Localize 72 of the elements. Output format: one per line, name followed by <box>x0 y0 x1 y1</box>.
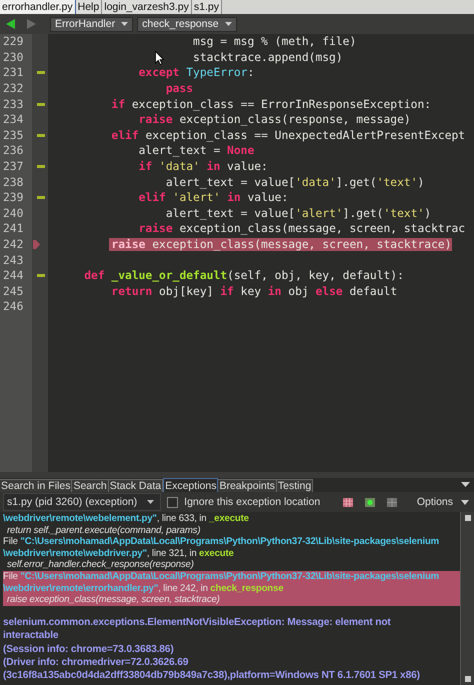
panel-tab[interactable]: Testing <box>276 479 314 492</box>
code-line: raise exception_class(message, screen, stacktrac <box>138 222 466 236</box>
line-number: 243 <box>2 254 24 267</box>
code-line: pass <box>164 82 194 96</box>
line-number: 229 <box>2 35 24 48</box>
panel-tab[interactable]: Search <box>72 479 109 492</box>
back-arrow-icon[interactable] <box>6 19 15 29</box>
line-number: 238 <box>2 176 24 189</box>
caret-icon <box>461 500 469 504</box>
caret-icon <box>121 22 128 26</box>
checkbox-label: Ignore this exception location <box>184 496 320 508</box>
checkbox[interactable] <box>167 496 178 508</box>
panel-tab[interactable]: Search in Files <box>0 479 72 492</box>
panel-tab[interactable]: Exceptions <box>163 478 218 492</box>
code-line: elif exception_class == UnexpectedAlertPresentExcept <box>110 128 466 142</box>
trace-code: raise exception_class(message, screen, stacktrace) <box>6 594 221 606</box>
line-number: 232 <box>2 82 24 96</box>
fold-marker[interactable] <box>37 196 45 200</box>
file-tab[interactable]: s1.py <box>192 0 222 14</box>
line-number: 230 <box>2 50 24 64</box>
fold-marker[interactable] <box>37 71 45 74</box>
trace-line: File "C:\Users\mohamad\AppData\Local\Programs\Python\Python37-32\Lib\site-packages\selenium <box>3 570 440 583</box>
trace-code: self.error_handler.check_response(response) <box>6 559 195 571</box>
line-number: 231 <box>2 66 24 80</box>
file-tab[interactable]: errorhandler.py <box>0 0 76 14</box>
fold-marker[interactable] <box>37 165 45 168</box>
function-dropdown[interactable]: check_response <box>137 16 237 32</box>
code-line: if exception_class == ErrorInResponseException: <box>110 98 432 111</box>
line-number: 242 <box>2 238 24 252</box>
line-number: 239 <box>2 191 24 204</box>
trace-line: \webdriver\remote\webdriver.py", line 321, in execute <box>3 548 235 560</box>
fold-marker[interactable] <box>37 274 45 278</box>
code-line: def _value_or_default(self, obj, key, default): <box>83 269 404 282</box>
caret-icon <box>147 500 154 504</box>
exception-message: selenium.common.exceptions.ElementNotVisibleException: Message: element not interactable (Session info: chrome=73.0.3683.86) (Driver info: chromedriver=72.0.3626.69 (3c16f8a135abc0d4da2dff33804db79b849a7c38),platform=Windows NT 6.1.7601 SP1 x86) <box>3 616 421 683</box>
line-number: 233 <box>2 98 24 111</box>
trace-line: \webdriver\remote\webelement.py", line 633, in _execute <box>3 513 250 525</box>
line-number: 236 <box>2 144 24 158</box>
line-number: 241 <box>2 222 24 236</box>
panel-tab[interactable]: Breakpoints <box>218 479 277 492</box>
panel-tab[interactable]: Stack Data <box>108 479 164 492</box>
line-number: 246 <box>2 300 24 314</box>
line-number: 240 <box>2 206 24 220</box>
code-line: except TypeError: <box>138 66 254 80</box>
mouse-pointer-icon <box>155 51 164 65</box>
process-dropdown[interactable]: s1.py (pid 3260) (exception) <box>3 493 162 511</box>
code-line: if 'data' in value: <box>138 160 268 174</box>
dropdown-arrow-icon[interactable] <box>461 482 470 487</box>
file-tab[interactable]: login_varzesh3.py <box>102 0 192 14</box>
code-line: stacktrace.append(msg) <box>192 50 343 64</box>
fold-marker[interactable] <box>37 134 45 137</box>
line-number: 244 <box>2 269 24 282</box>
trace-code: return self._parent.execute(command, params) <box>6 524 202 536</box>
code-line: alert_text = value['alert'].get('text') <box>164 206 432 220</box>
file-tab[interactable]: Help <box>76 0 102 14</box>
code-line: alert_text = value['data'].get('text') <box>164 176 424 189</box>
class-dropdown[interactable]: ErrorHandler <box>50 16 134 32</box>
caret-icon <box>224 22 232 26</box>
line-number: 234 <box>2 113 24 126</box>
trace-line: \webdriver\remote\errorhandler.py", line 242, in check_response <box>3 582 284 594</box>
line-number: 245 <box>2 284 24 298</box>
scrollbar[interactable] <box>460 512 474 685</box>
code-line: alert_text = None <box>138 144 254 158</box>
line-number: 237 <box>2 160 24 174</box>
code-line: return obj[key] if key in obj else default <box>110 284 398 298</box>
options-button[interactable]: Options <box>416 496 469 508</box>
line-number: 235 <box>2 128 24 142</box>
code-line: msg = msg % (meth, file) <box>192 35 356 48</box>
fold-marker[interactable] <box>37 102 45 106</box>
code-line: raise exception_class(response, message) <box>138 113 411 126</box>
code-line: elif 'alert' in value: <box>138 191 288 204</box>
trace-line: File "C:\Users\mohamad\AppData\Local\Programs\Python\Python37-32\Lib\site-packages\selenium <box>3 536 440 548</box>
